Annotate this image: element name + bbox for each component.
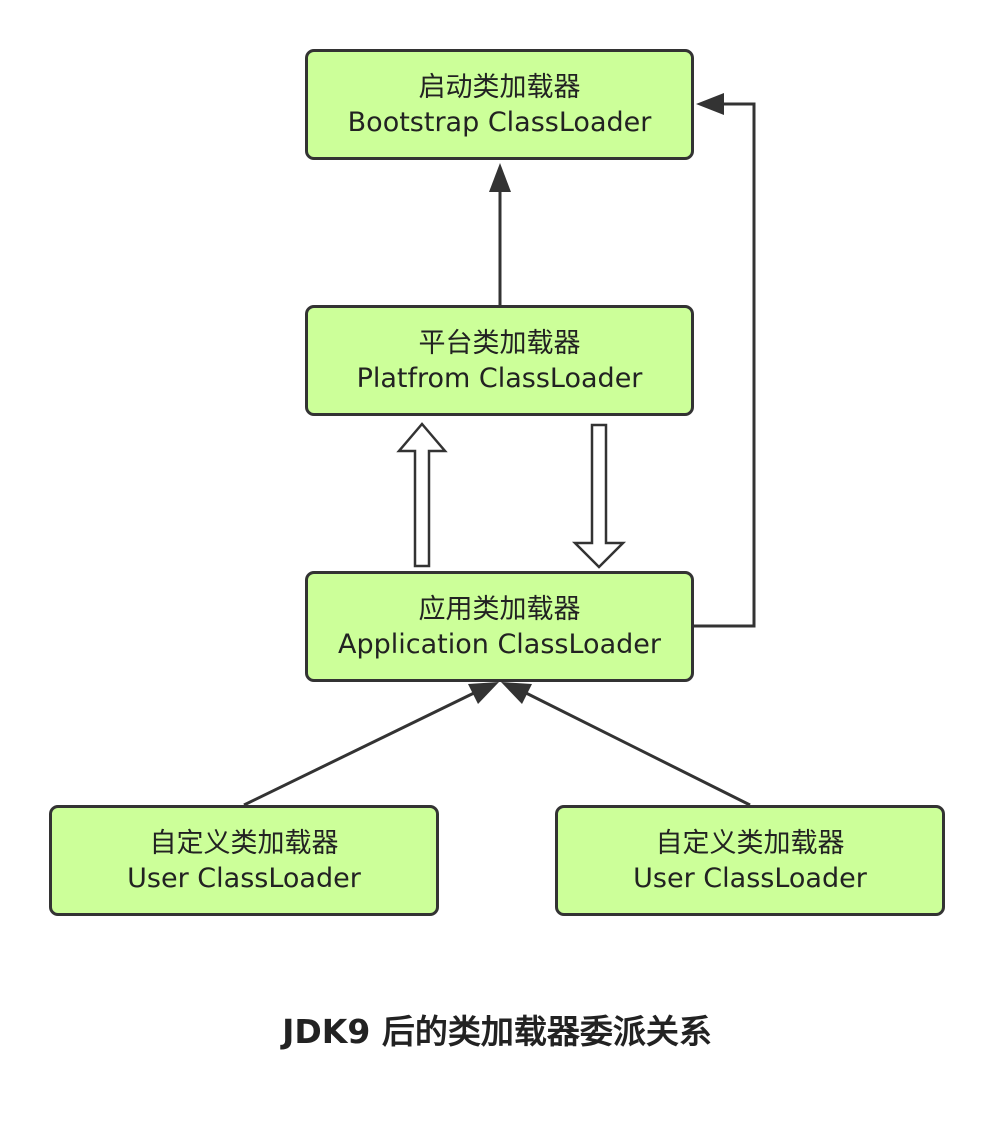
application-classloader-node: 应用类加载器 Application ClassLoader — [305, 571, 694, 682]
hollow-arrow-application-to-platform — [396, 422, 448, 568]
arrow-platform-to-bootstrap — [489, 163, 511, 305]
user-classloader-node-left: 自定义类加载器 User ClassLoader — [49, 805, 439, 916]
diagram-caption: JDK9 后的类加载器委派关系 — [282, 1012, 712, 1051]
bootstrap-classloader-node: 启动类加载器 Bootstrap ClassLoader — [305, 49, 694, 160]
bootstrap-label-en: Bootstrap ClassLoader — [347, 106, 652, 138]
user-left-label-cn: 自定义类加载器 — [149, 827, 339, 859]
platform-classloader-node: 平台类加载器 Platfrom ClassLoader — [305, 305, 694, 416]
arrow-user-right-to-application — [501, 682, 751, 807]
user-right-label-en: User ClassLoader — [633, 862, 867, 894]
user-classloader-node-right: 自定义类加载器 User ClassLoader — [555, 805, 945, 916]
user-left-label-en: User ClassLoader — [127, 862, 361, 894]
bootstrap-label-cn: 启动类加载器 — [418, 71, 581, 103]
platform-label-en: Platfrom ClassLoader — [356, 362, 643, 394]
application-label-cn: 应用类加载器 — [418, 593, 581, 625]
arrow-user-left-to-application — [243, 682, 499, 807]
platform-label-cn: 平台类加载器 — [418, 327, 581, 359]
arrow-application-to-bootstrap — [694, 93, 756, 628]
hollow-arrow-platform-to-application — [571, 423, 627, 569]
application-label-en: Application ClassLoader — [338, 628, 661, 660]
user-right-label-cn: 自定义类加载器 — [655, 827, 845, 859]
